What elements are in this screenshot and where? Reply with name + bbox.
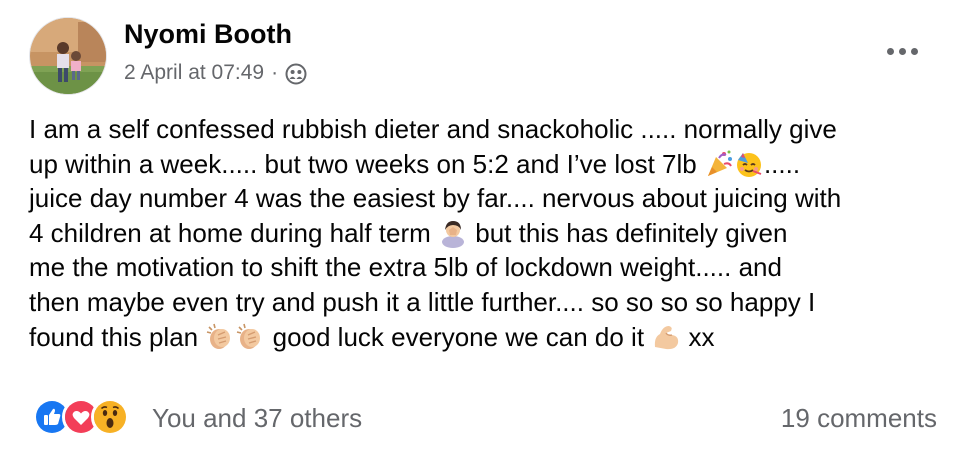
post-line: juice day number 4 was the easiest by fa… [29, 181, 941, 216]
reaction-icons[interactable] [33, 398, 129, 436]
comments-count[interactable]: 19 comments [781, 403, 937, 434]
post-line: I am a self confessed rubbish dieter and… [29, 112, 941, 147]
post-body: I am a self confessed rubbish dieter and… [29, 112, 941, 354]
post-line-text: found this plan [29, 321, 199, 352]
more-options-button[interactable] [880, 33, 924, 69]
post-line: then maybe even try and push it a little… [29, 285, 941, 320]
more-dot [898, 47, 906, 55]
flexed-biceps-icon [651, 322, 681, 352]
post-line-text: but this has definitely given [475, 217, 788, 248]
post-line: up within a week..... but two weeks on 5… [29, 147, 941, 182]
partying-face-icon [734, 149, 764, 179]
more-dot [886, 47, 894, 55]
meta-separator: · [271, 61, 279, 84]
post-line-text: xx [688, 321, 715, 352]
post-line-text: ..... [763, 148, 801, 179]
more-dot [910, 47, 918, 55]
party-popper-icon [704, 149, 734, 179]
friends-icon[interactable] [285, 63, 307, 85]
post-line-text: I am a self confessed rubbish dieter and… [29, 114, 837, 144]
post-line-text: me the motivation to shift the extra 5lb… [29, 252, 782, 283]
clapping-hands-icon [205, 322, 235, 352]
post-line-text: good luck everyone we can do it [272, 321, 645, 352]
post-date[interactable]: 2 April at 07:49 [124, 61, 264, 85]
profile-photo [30, 18, 106, 94]
post-line: me the motivation to shift the extra 5lb… [29, 250, 941, 285]
clapping-hands-icon [235, 322, 265, 352]
post-line-text: juice day number 4 was the easiest by fa… [29, 183, 842, 214]
post-line: 4 children at home during half term but … [29, 216, 941, 251]
reaction-summary[interactable]: You and 37 others [152, 403, 362, 434]
post-line-text: up within a week..... but two weeks on 5… [29, 148, 697, 179]
face-palm-icon [438, 218, 468, 248]
post-line: found this plan good luck everyone we ca… [29, 320, 941, 355]
post-line-text: then maybe even try and push it a little… [29, 286, 816, 317]
post-line-text: 4 children at home during half term [29, 217, 431, 248]
author-name[interactable]: Nyomi Booth [124, 19, 292, 50]
post-meta: 2 April at 07:49 · [124, 61, 307, 85]
wow-icon [91, 398, 129, 436]
avatar[interactable] [29, 17, 107, 95]
